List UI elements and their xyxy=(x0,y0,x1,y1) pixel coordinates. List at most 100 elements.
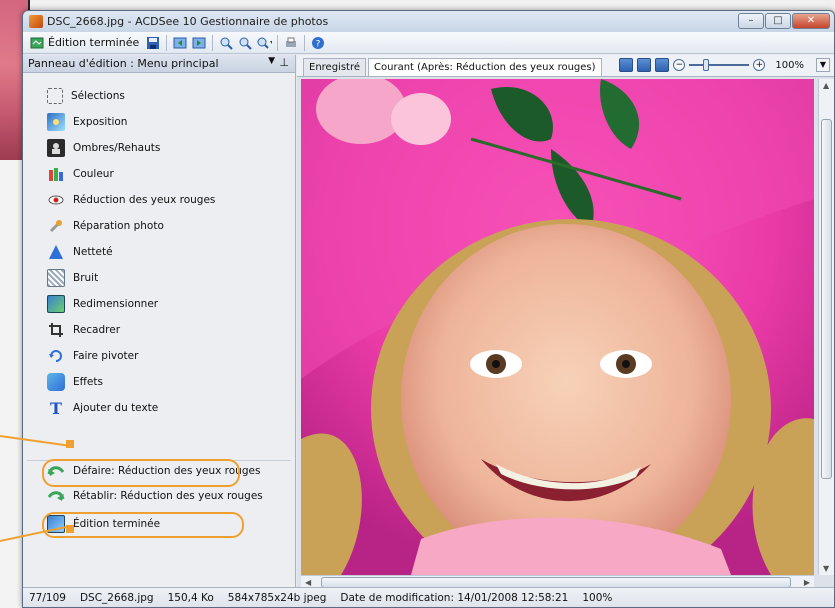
maximize-button[interactable]: □ xyxy=(765,13,791,29)
print-icon[interactable] xyxy=(283,35,299,51)
toolbar-separator xyxy=(212,34,214,51)
close-button[interactable]: ✕ xyxy=(792,13,830,29)
scroll-down-arrow-icon[interactable]: ▼ xyxy=(823,564,829,573)
toolbar-separator xyxy=(277,34,279,51)
shadows-icon xyxy=(47,139,65,157)
text-icon: T xyxy=(50,398,62,418)
zoom-level: 100% xyxy=(775,59,804,71)
edit-panel: Panneau d'édition : Menu principal ▼ ⊥ S… xyxy=(23,55,296,589)
red-eye-icon xyxy=(47,191,65,209)
status-position: 77/109 xyxy=(29,591,66,604)
undo-callout-ring xyxy=(42,459,240,487)
vertical-scrollbar[interactable]: ▲ ▼ xyxy=(818,79,834,575)
toolbar: Édition terminée ? xyxy=(23,32,834,54)
menu-item-faire-pivoter[interactable]: Faire pivoter xyxy=(47,345,138,367)
menu-item-recadrer[interactable]: Recadrer xyxy=(47,319,120,341)
noise-icon xyxy=(47,269,65,287)
menu-item-couleur[interactable]: Couleur xyxy=(47,163,114,185)
image-tabs: Enregistré Courant (Après: Réduction des… xyxy=(297,55,834,77)
menu-item-ajouter-texte[interactable]: T Ajouter du texte xyxy=(47,397,158,419)
image-area: Enregistré Courant (Après: Réduction des… xyxy=(297,55,834,589)
menu-item-label: Effets xyxy=(73,376,103,388)
menu-item-selections[interactable]: Sélections xyxy=(47,85,125,107)
menu-item-label: Sélections xyxy=(71,90,125,102)
menu-item-label: Faire pivoter xyxy=(73,350,139,362)
menu-item-label: Réduction des yeux rouges xyxy=(73,194,216,206)
next-image-icon[interactable] xyxy=(191,35,207,51)
zoom-plus-icon[interactable]: + xyxy=(753,59,766,71)
redo-icon xyxy=(47,487,65,505)
zoom-in-icon[interactable] xyxy=(218,35,234,51)
zoom-slider[interactable] xyxy=(689,59,750,71)
view-controls: − + 100% xyxy=(619,58,804,72)
repair-icon xyxy=(47,217,65,235)
selection-icon xyxy=(47,88,63,104)
menu-item-yeux-rouges[interactable]: Réduction des yeux rouges xyxy=(47,189,215,211)
rotate-icon xyxy=(47,347,65,365)
menu-item-label: Netteté xyxy=(73,246,113,258)
zoom-minus-icon[interactable]: − xyxy=(673,59,686,71)
color-icon xyxy=(47,165,65,183)
menu-item-label: Réparation photo xyxy=(73,220,164,232)
scroll-right-arrow-icon[interactable]: ▶ xyxy=(804,578,810,587)
crop-icon xyxy=(47,321,65,339)
menu-item-label: Recadrer xyxy=(73,324,121,336)
menu-item-bruit[interactable]: Bruit xyxy=(47,267,98,289)
window-title: DSC_2668.jpg - ACDSee 10 Gestionnaire de… xyxy=(47,15,329,28)
svg-text:?: ? xyxy=(316,39,321,49)
scroll-up-arrow-icon[interactable]: ▲ xyxy=(823,81,829,90)
tab-courant[interactable]: Courant (Après: Réduction des yeux rouge… xyxy=(368,58,602,76)
toolbar-separator xyxy=(304,34,306,51)
edition-terminee-toolbar-button[interactable]: Édition terminée xyxy=(26,35,142,51)
edit-done-icon xyxy=(29,35,45,51)
menu-item-label: Ajouter du texte xyxy=(73,402,159,414)
tab-enregistre[interactable]: Enregistré xyxy=(303,58,367,76)
effects-icon xyxy=(47,373,65,391)
menu-item-nettete[interactable]: Netteté xyxy=(47,241,113,263)
toolbar-separator xyxy=(166,34,168,51)
redo-button[interactable]: Rétablir: Réduction des yeux rouges xyxy=(47,485,263,507)
edited-photo xyxy=(301,79,814,575)
menu-item-label: Redimensionner xyxy=(73,298,159,310)
edition-terminee-label: Édition terminée xyxy=(48,36,140,49)
fit-image-icon[interactable] xyxy=(637,58,652,72)
status-filename: DSC_2668.jpg xyxy=(79,591,154,604)
previous-image-icon[interactable] xyxy=(172,35,188,51)
edit-panel-title: Panneau d'édition : Menu principal xyxy=(28,57,219,70)
panel-dropdown-icon[interactable]: ▼ xyxy=(268,56,275,66)
resize-icon xyxy=(47,295,65,313)
actual-size-icon[interactable] xyxy=(619,58,634,72)
app-icon xyxy=(29,15,43,28)
menu-item-ombres-rehauts[interactable]: Ombres/Rehauts xyxy=(47,137,160,159)
pin-icon[interactable]: ⊥ xyxy=(279,56,289,69)
menu-item-exposition[interactable]: Exposition xyxy=(47,111,127,133)
exposure-icon xyxy=(47,113,65,131)
tabs-dropdown-icon[interactable]: ▼ xyxy=(816,58,830,72)
compare-view-icon[interactable] xyxy=(655,58,670,72)
save-icon[interactable] xyxy=(145,35,161,51)
scroll-left-arrow-icon[interactable]: ◀ xyxy=(305,578,311,587)
menu-item-label: Couleur xyxy=(73,168,114,180)
zoom-slider-thumb[interactable] xyxy=(703,59,710,71)
help-icon[interactable]: ? xyxy=(310,35,326,51)
window-controls: – □ ✕ xyxy=(738,13,830,29)
menu-item-label: Exposition xyxy=(73,116,128,128)
redo-label: Rétablir: Réduction des yeux rouges xyxy=(73,490,263,502)
menu-item-label: Bruit xyxy=(73,272,99,284)
sharpness-icon xyxy=(47,243,65,261)
zoom-dropdown-icon[interactable] xyxy=(256,35,273,51)
minimize-button[interactable]: – xyxy=(738,13,764,29)
menu-item-effets[interactable]: Effets xyxy=(47,371,103,393)
vertical-scroll-thumb[interactable] xyxy=(821,119,832,479)
status-zoom: 100% xyxy=(582,591,613,604)
menu-item-reparation-photo[interactable]: Réparation photo xyxy=(47,215,164,237)
status-bar: 77/109 DSC_2668.jpg 150,4 Ko 584x785x24b… xyxy=(23,587,834,607)
undo-callout-dot xyxy=(66,440,74,448)
done-callout-dot xyxy=(66,525,74,533)
zoom-out-icon[interactable] xyxy=(237,35,253,51)
menu-item-label: Ombres/Rehauts xyxy=(73,142,161,154)
menu-item-redimensionner[interactable]: Redimensionner xyxy=(47,293,158,315)
title-bar: DSC_2668.jpg - ACDSee 10 Gestionnaire de… xyxy=(23,11,834,32)
status-dimensions: 584x785x24b jpeg xyxy=(227,591,327,604)
status-modified-date: Date de modification: 14/01/2008 12:58:2… xyxy=(340,591,569,604)
